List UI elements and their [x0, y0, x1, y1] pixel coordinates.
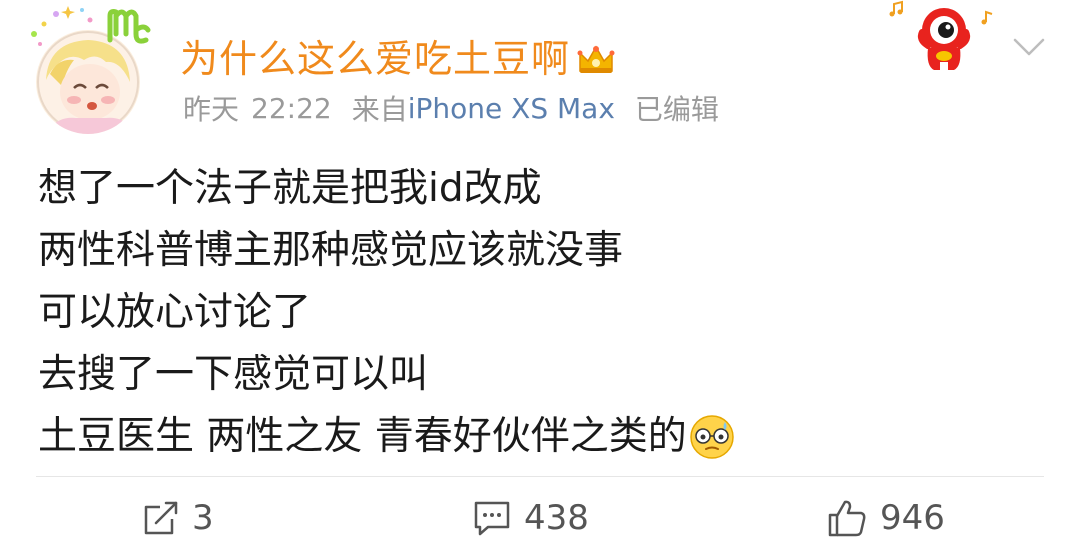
edited-label[interactable]: 已编辑	[635, 88, 719, 128]
source-prefix: 来自	[351, 93, 408, 126]
post-header: 为什么这么爱吃土豆啊 昨天 22:22 来自 iPhone XS Max 已编辑	[0, 0, 1080, 140]
source-device[interactable]: iPhone XS Max	[408, 92, 615, 125]
content-line-last: 土豆医生 两性之友 青春好伙伴之类的	[38, 406, 1038, 468]
chevron-down-icon[interactable]	[1012, 36, 1046, 58]
content-line-text: 土豆医生 两性之友 青春好伙伴之类的	[38, 414, 687, 459]
comment-count: 438	[524, 498, 589, 538]
content-line: 去搜了一下感觉可以叫	[38, 352, 429, 397]
content-line: 想了一个法子就是把我id改成	[38, 166, 542, 211]
post-content: 想了一个法子就是把我id改成 两性科普博主那种感觉应该就没事 可以放心讨论了 去…	[38, 158, 1038, 468]
virgo-badge-icon	[107, 9, 151, 44]
post-date: 昨天	[183, 93, 240, 126]
awkward-face-emoji-icon	[690, 415, 734, 459]
username-row: 为什么这么爱吃土豆啊	[180, 34, 616, 84]
repost-button[interactable]: 3	[142, 490, 214, 546]
weibo-mascot-icon	[889, 0, 993, 70]
post-time: 22:22	[251, 91, 332, 125]
content-line: 两性科普博主那种感觉应该就没事	[38, 228, 624, 273]
comment-icon	[474, 501, 510, 536]
like-button[interactable]: 946	[826, 490, 945, 546]
comment-button[interactable]: 438	[472, 490, 589, 546]
divider	[36, 476, 1044, 477]
username[interactable]: 为什么这么爱吃土豆啊	[180, 34, 570, 84]
crown-icon[interactable]	[576, 41, 616, 77]
repost-icon	[144, 501, 178, 535]
content-line: 可以放心讨论了	[38, 290, 312, 335]
post-meta: 昨天 22:22 来自 iPhone XS Max 已编辑	[183, 88, 719, 128]
action-bar: 3 438 946	[0, 490, 1080, 546]
repost-count: 3	[192, 498, 214, 538]
like-count: 946	[880, 498, 945, 538]
thumbs-up-icon	[828, 500, 866, 537]
